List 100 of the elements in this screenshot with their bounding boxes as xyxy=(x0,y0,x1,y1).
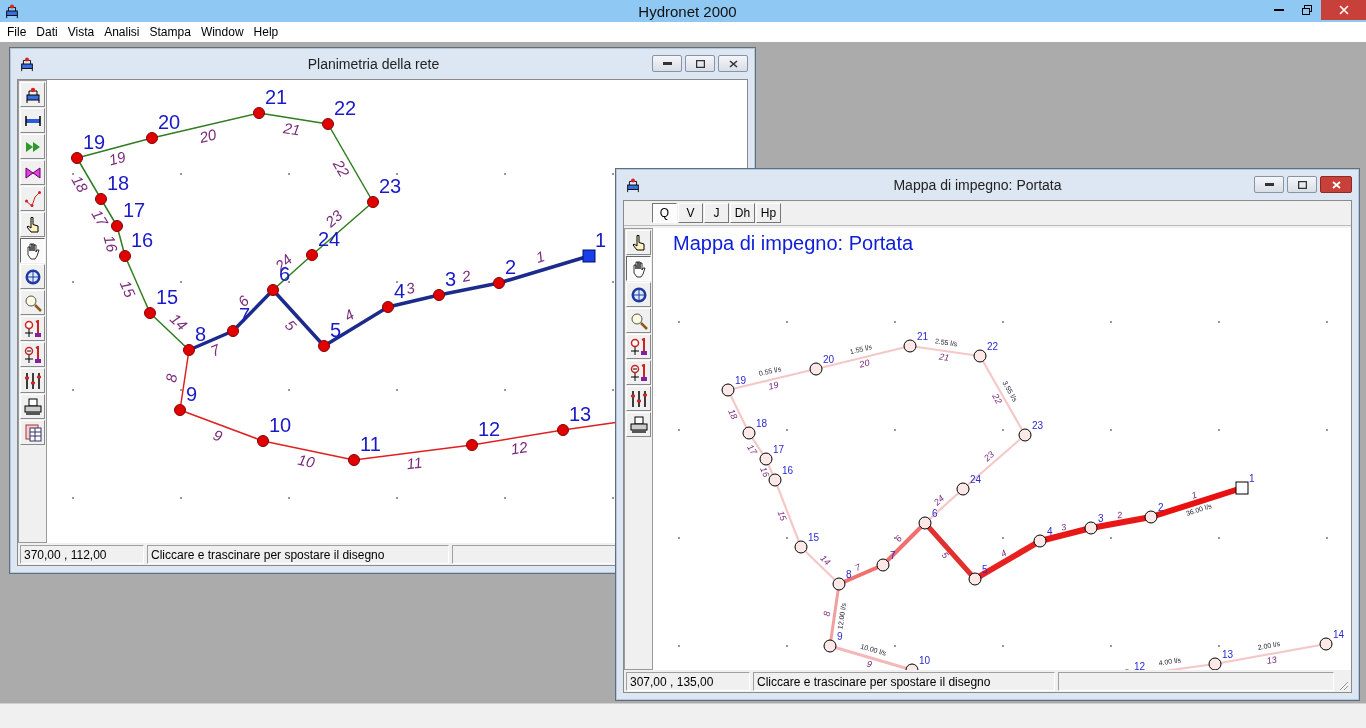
node-label: 4 xyxy=(1047,526,1053,537)
pipe-label: 21 xyxy=(282,119,302,139)
node-label: 12 xyxy=(478,418,501,440)
pipe-label: 8 xyxy=(821,610,833,618)
maximize-button[interactable] xyxy=(1287,176,1317,193)
node-label: 24 xyxy=(970,474,982,485)
reservoir-marker xyxy=(582,249,596,263)
target-icon xyxy=(629,285,648,304)
node-label: 8 xyxy=(195,323,207,345)
menu-item[interactable]: File xyxy=(2,25,32,39)
node-marker xyxy=(433,289,445,301)
node-label: 19 xyxy=(83,131,106,153)
tool-button[interactable] xyxy=(20,238,45,263)
target-icon xyxy=(23,267,42,286)
minimize-button[interactable] xyxy=(1254,176,1284,193)
node-label: 14 xyxy=(1333,629,1345,640)
pipe-label: 9 xyxy=(865,658,873,670)
app-icon xyxy=(4,3,20,19)
close-icon xyxy=(728,59,738,68)
pipe-label: 20 xyxy=(858,357,871,370)
pipe-label: 12 xyxy=(509,438,529,458)
tab[interactable]: Dh xyxy=(730,203,755,223)
menu-item[interactable]: Help xyxy=(248,25,284,39)
pipe-label: 10 xyxy=(296,450,317,471)
map-heading: Mappa di impegno: Portata xyxy=(673,232,914,254)
polyline-icon xyxy=(23,189,42,208)
zoom-in-icon xyxy=(629,337,648,356)
node-label: 2 xyxy=(505,256,517,278)
menu-item[interactable]: Analisi xyxy=(99,25,145,39)
node-marker xyxy=(227,325,239,337)
pipe-label: 5 xyxy=(281,316,300,334)
pipe-label: 16 xyxy=(758,465,772,479)
zoom-in-icon xyxy=(23,319,42,338)
node-marker xyxy=(348,454,360,466)
node-label: 13 xyxy=(1222,649,1234,660)
node-label: 5 xyxy=(982,564,988,575)
tab[interactable]: Hp xyxy=(756,203,781,223)
menu-item[interactable]: Stampa xyxy=(144,25,196,39)
node-marker xyxy=(367,196,379,208)
minimize-icon xyxy=(662,62,672,65)
node-label: 18 xyxy=(756,418,768,429)
node-marker xyxy=(876,558,890,572)
node-label: 21 xyxy=(265,86,288,108)
maximize-button[interactable] xyxy=(685,55,715,72)
window-title: Mappa di impegno: Portata xyxy=(892,176,1063,193)
magnifier-icon xyxy=(23,293,42,312)
node-marker xyxy=(956,482,970,496)
node-label: 9 xyxy=(186,383,198,405)
pipe-label: 8 xyxy=(162,372,181,384)
pipe-label: 2 xyxy=(460,266,473,285)
tab[interactable]: Q xyxy=(652,203,677,223)
zoom-out-icon xyxy=(23,345,42,364)
node-label: 8 xyxy=(846,569,852,580)
pipe-label: 1 xyxy=(1190,489,1199,501)
tab[interactable]: J xyxy=(704,203,729,223)
menu-item[interactable]: Vista xyxy=(62,25,100,39)
node-marker xyxy=(1144,510,1158,524)
pipe-label: 7 xyxy=(207,340,223,360)
pipe-label: 21 xyxy=(938,351,950,363)
node-marker xyxy=(119,250,131,262)
node-label: 17 xyxy=(123,199,146,221)
tab[interactable]: V xyxy=(678,203,703,223)
node-label: 1 xyxy=(595,229,607,251)
pipe-label: 19 xyxy=(106,147,128,169)
node-label: 10 xyxy=(269,414,292,436)
close-button[interactable] xyxy=(1320,176,1352,193)
node-marker xyxy=(257,435,269,447)
pipe-label: 18 xyxy=(726,407,740,421)
restore-icon xyxy=(1302,5,1312,15)
close-button[interactable] xyxy=(718,55,748,72)
tool-button[interactable] xyxy=(626,256,651,281)
node-label: 13 xyxy=(569,403,592,425)
node-label: 1 xyxy=(1249,473,1255,484)
node-marker xyxy=(382,301,394,313)
pipe-label: 1 xyxy=(533,247,547,266)
pipe-label: 14 xyxy=(818,552,833,568)
node-label: 3 xyxy=(1098,513,1104,524)
status-coordinates: 307,00 , 135,00 xyxy=(626,672,750,691)
node-label: 15 xyxy=(808,532,820,543)
resize-grip-icon[interactable] xyxy=(1337,679,1349,691)
node-label: 2 xyxy=(1158,502,1164,513)
node-marker xyxy=(493,277,505,289)
node-label: 21 xyxy=(917,331,929,342)
sliders-icon xyxy=(629,389,648,408)
minimize-button[interactable] xyxy=(652,55,682,72)
node-marker xyxy=(267,284,279,296)
node-marker xyxy=(466,439,478,451)
maximize-icon xyxy=(695,59,705,68)
node-label: 16 xyxy=(131,229,154,251)
node-marker xyxy=(557,424,569,436)
menu-item[interactable]: Window xyxy=(195,25,249,39)
node-marker xyxy=(1084,521,1098,535)
node-label: 4 xyxy=(394,280,406,302)
node-label: 12 xyxy=(1134,661,1146,670)
node-marker xyxy=(823,639,837,653)
window-title: Planimetria della rete xyxy=(306,55,441,72)
node-label: 23 xyxy=(1032,420,1044,431)
node-marker xyxy=(905,663,919,670)
menu-item[interactable]: Dati xyxy=(31,25,63,39)
pipe-label: 7 xyxy=(853,561,863,574)
